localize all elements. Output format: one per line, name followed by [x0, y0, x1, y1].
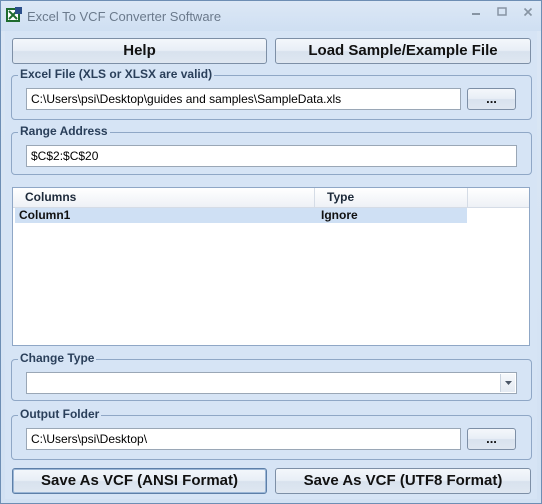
output-folder-input[interactable]: C:\Users\psi\Desktop\ — [26, 428, 461, 450]
excel-file-input[interactable]: C:\Users\psi\Desktop\guides and samples\… — [26, 88, 461, 110]
minimize-icon[interactable] — [467, 7, 485, 21]
excel-file-group-label: Excel File (XLS or XLSX are valid) — [18, 67, 215, 81]
row-type-cell: Ignore — [321, 208, 358, 222]
save-ansi-button[interactable]: Save As VCF (ANSI Format) — [12, 468, 267, 494]
chevron-down-icon[interactable] — [500, 374, 515, 392]
range-address-input[interactable]: $C$2:$C$20 — [26, 145, 517, 167]
listview-header: Columns Type — [13, 188, 529, 208]
app-window: Excel To VCF Converter Software Help Loa… — [0, 0, 542, 504]
client-area: Help Load Sample/Example File Excel File… — [5, 31, 537, 499]
window-title: Excel To VCF Converter Software — [27, 9, 222, 24]
maximize-icon[interactable] — [493, 7, 511, 21]
column-header-type[interactable]: Type — [315, 188, 468, 207]
columns-listview[interactable]: Columns Type Column1 Ignore — [12, 187, 530, 346]
row-column-cell: Column1 — [19, 208, 71, 222]
range-address-group-label: Range Address — [18, 124, 110, 138]
output-folder-browse-button[interactable]: ... — [467, 428, 516, 450]
save-utf8-button[interactable]: Save As VCF (UTF8 Format) — [275, 468, 531, 494]
table-row[interactable]: Column1 Ignore — [15, 208, 467, 223]
change-type-dropdown[interactable] — [26, 372, 517, 394]
app-icon[interactable] — [6, 7, 22, 23]
output-folder-group-label: Output Folder — [18, 407, 102, 421]
title-bar[interactable]: Excel To VCF Converter Software — [1, 1, 541, 31]
excel-file-browse-button[interactable]: ... — [467, 88, 516, 110]
close-icon[interactable] — [519, 7, 537, 21]
column-header-columns[interactable]: Columns — [13, 188, 315, 207]
change-type-group-label: Change Type — [18, 351, 97, 365]
help-button[interactable]: Help — [12, 38, 267, 64]
load-sample-button[interactable]: Load Sample/Example File — [275, 38, 531, 64]
